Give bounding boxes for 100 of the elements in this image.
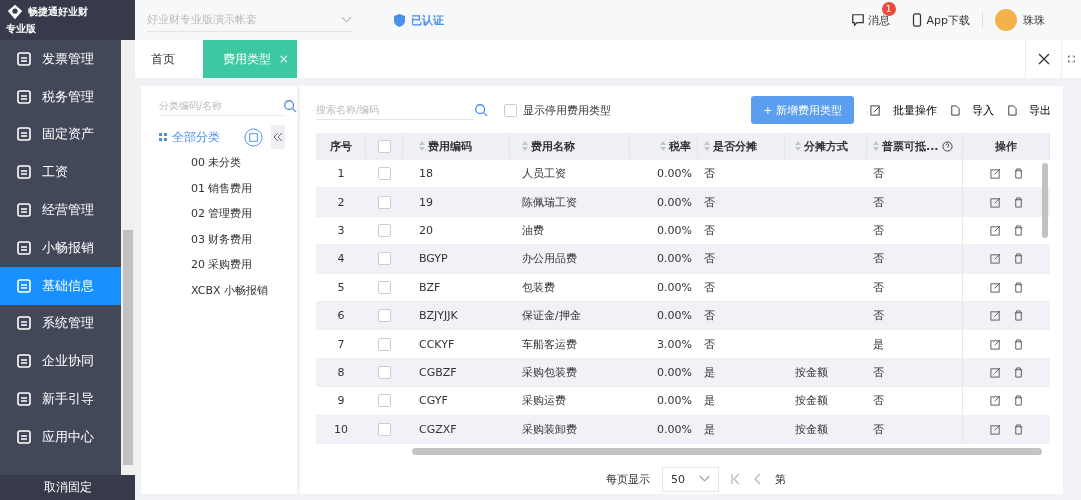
edit-icon[interactable] xyxy=(989,423,1001,435)
search-field[interactable]: 搜索名称/编码 xyxy=(316,100,474,120)
delete-icon[interactable] xyxy=(1012,338,1024,350)
table-cell: 是 xyxy=(704,364,715,380)
edit-icon[interactable] xyxy=(989,224,1001,236)
row-checkbox[interactable] xyxy=(378,252,391,266)
table-cell: BGYP xyxy=(419,252,448,266)
document-icon[interactable] xyxy=(1006,104,1017,116)
delete-icon[interactable] xyxy=(1012,224,1024,236)
row-checkbox[interactable] xyxy=(378,167,391,181)
table-cell: 0.00% xyxy=(657,422,692,436)
category-label[interactable]: 全部分类 xyxy=(172,128,220,146)
unpin-button[interactable]: 取消固定 xyxy=(0,475,135,500)
delete-icon[interactable] xyxy=(1012,366,1024,378)
sidebar-item[interactable]: 应用中心 xyxy=(0,417,121,456)
edit-icon[interactable] xyxy=(989,281,1001,293)
delete-icon[interactable] xyxy=(1012,168,1024,180)
table-cell: 否 xyxy=(704,251,715,267)
user-name[interactable]: 珠珠 xyxy=(1023,12,1045,28)
table-cell: BZF xyxy=(419,280,441,294)
table-cell: CCKYF xyxy=(419,337,455,351)
menu-icon xyxy=(16,202,32,219)
table-cell: 2 xyxy=(337,195,345,209)
shield-icon xyxy=(394,13,405,27)
tab[interactable]: 首页 xyxy=(135,40,191,78)
category-item[interactable]: 03 财务费用 xyxy=(159,226,297,252)
edit-icon[interactable] xyxy=(989,196,1001,208)
previous-page-icon[interactable] xyxy=(753,473,763,486)
app-download-link[interactable]: App下载 xyxy=(926,12,970,28)
search-icon[interactable] xyxy=(474,103,488,117)
row-checkbox[interactable] xyxy=(378,280,391,294)
sidebar-item[interactable]: 税务管理 xyxy=(0,77,121,116)
sidebar-scrollbar[interactable] xyxy=(121,40,135,475)
first-page-icon[interactable] xyxy=(731,473,741,486)
checkbox[interactable] xyxy=(504,103,517,117)
category-item[interactable]: 02 管理费用 xyxy=(159,201,297,227)
collapse-icon[interactable] xyxy=(271,125,285,149)
table-cell: CGYF xyxy=(419,394,448,408)
row-checkbox[interactable] xyxy=(378,337,391,351)
sidebar-item[interactable]: 小畅报销 xyxy=(0,229,121,267)
table-cell: 0.00% xyxy=(657,223,692,237)
sidebar-item[interactable]: 工资 xyxy=(0,153,121,192)
sidebar-item[interactable]: 经营管理 xyxy=(0,191,121,229)
checkbox-label[interactable]: 显示停用费用类型 xyxy=(523,102,611,118)
brand-name: 畅捷通好业财 xyxy=(28,5,88,19)
category-item[interactable]: 20 采购费用 xyxy=(159,252,297,278)
table-cell: 否 xyxy=(704,222,715,238)
table-scrollbar[interactable] xyxy=(1042,163,1048,238)
table-cell: 0.00% xyxy=(657,195,692,209)
edit-icon[interactable] xyxy=(989,168,1001,180)
delete-icon[interactable] xyxy=(1012,395,1024,407)
export-button[interactable]: 导出 xyxy=(1023,102,1057,118)
menu-icon xyxy=(16,353,32,370)
delete-icon[interactable] xyxy=(1012,196,1024,208)
column-header: 序号 xyxy=(329,138,352,154)
menu-icon xyxy=(16,391,32,408)
select-all-checkbox[interactable] xyxy=(377,139,391,153)
document-icon[interactable] xyxy=(949,104,960,116)
edit-icon[interactable] xyxy=(989,366,1001,378)
delete-icon[interactable] xyxy=(1012,253,1024,265)
column-header: 操作 xyxy=(995,138,1017,154)
category-item[interactable]: 00 未分类 xyxy=(159,150,297,176)
menu-icon xyxy=(16,315,32,332)
row-checkbox[interactable] xyxy=(378,309,391,323)
row-checkbox[interactable] xyxy=(378,195,391,209)
search-icon[interactable] xyxy=(283,99,297,113)
horizontal-scrollbar[interactable] xyxy=(412,447,1042,455)
table-cell: 8 xyxy=(337,365,345,379)
row-checkbox[interactable] xyxy=(378,223,391,237)
edit-icon[interactable] xyxy=(870,104,881,116)
edit-icon[interactable] xyxy=(989,395,1001,407)
delete-icon[interactable] xyxy=(1012,310,1024,322)
sidebar-item[interactable]: 固定资产 xyxy=(0,115,121,154)
sidebar-item[interactable]: 新手引导 xyxy=(0,380,121,418)
chevron-icon xyxy=(699,475,710,484)
user-avatar[interactable] xyxy=(995,9,1017,31)
sidebar-item[interactable]: 发票管理 xyxy=(0,40,121,78)
category-item[interactable]: 01 销售费用 xyxy=(159,175,297,201)
page-prefix: 第 xyxy=(775,471,786,487)
category-item[interactable]: XCBX 小畅报销 xyxy=(159,277,297,303)
row-checkbox[interactable] xyxy=(378,365,391,379)
batch-button[interactable]: 批量操作 xyxy=(887,102,943,118)
logo-icon xyxy=(6,3,24,21)
import-button[interactable]: 导入 xyxy=(966,102,1000,118)
help-icon[interactable] xyxy=(941,140,953,152)
delete-icon[interactable] xyxy=(1012,423,1024,435)
edit-icon[interactable] xyxy=(989,253,1001,265)
table-cell: 10 xyxy=(334,422,348,436)
per-page-select[interactable]: 50 xyxy=(662,466,719,492)
edit-icon[interactable] xyxy=(989,310,1001,322)
row-checkbox[interactable] xyxy=(378,394,391,408)
table-cell: 0.00% xyxy=(657,394,692,408)
chat-icon[interactable] xyxy=(850,13,865,27)
delete-icon[interactable] xyxy=(1012,281,1024,293)
sidebar-item[interactable]: 企业协同 xyxy=(0,342,121,381)
edit-icon[interactable] xyxy=(989,338,1001,350)
row-checkbox[interactable] xyxy=(378,422,391,436)
table-cell: 是 xyxy=(704,393,715,409)
table-cell: 按金额 xyxy=(795,421,828,437)
sidebar-item[interactable]: 系统管理 xyxy=(0,304,121,343)
